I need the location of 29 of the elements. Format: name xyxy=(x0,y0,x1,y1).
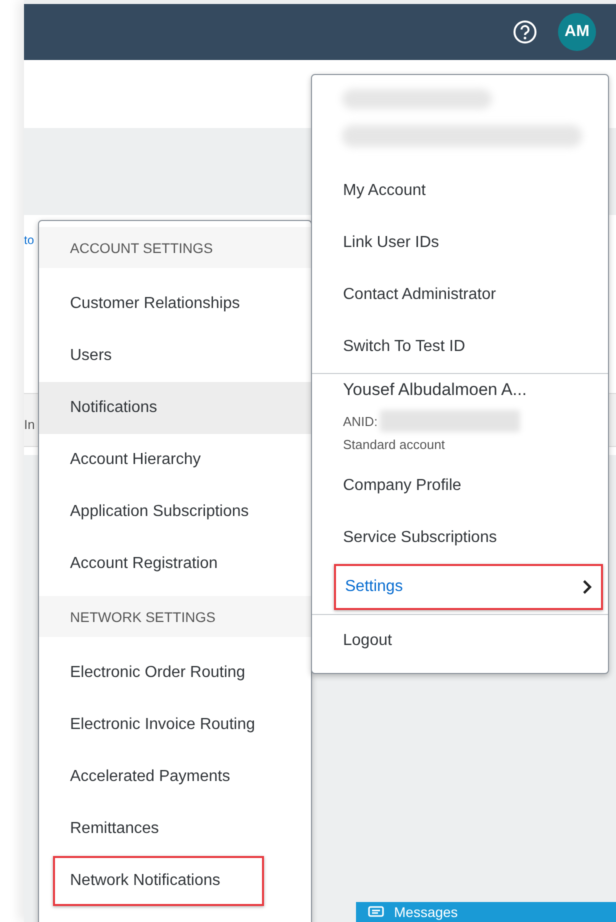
menu-item[interactable]: Link User IDs xyxy=(312,217,608,269)
menu-item[interactable]: Remittances xyxy=(39,803,311,855)
menu-item[interactable]: My Account xyxy=(312,165,608,217)
menu-item[interactable]: Company Profile xyxy=(312,460,608,512)
menu-item[interactable]: Switch To Test ID xyxy=(312,321,608,373)
menu-item[interactable]: Application Subscriptions xyxy=(39,486,311,538)
menu-item[interactable]: Accelerated Payments xyxy=(39,751,311,803)
menu-item[interactable]: Electronic Invoice Routing xyxy=(39,699,311,751)
menu-item[interactable]: Notifications xyxy=(39,382,311,434)
menu-item[interactable]: Service Subscriptions xyxy=(312,512,608,564)
section-heading: ACCOUNT SETTINGS xyxy=(39,227,311,268)
menu-item[interactable]: Contact Administrator xyxy=(312,269,608,321)
user-name: Yousef Albudalmoen A... xyxy=(343,380,528,401)
link-text[interactable]: to xyxy=(24,233,34,247)
submenu-item[interactable]: Settings xyxy=(334,564,603,610)
anid-label: ANID: xyxy=(343,414,378,428)
menu-item[interactable]: Users xyxy=(39,330,311,382)
chevron-right-icon[interactable] xyxy=(581,579,593,595)
column-header: In xyxy=(24,417,35,432)
menu-item[interactable]: Logout xyxy=(312,615,608,667)
account-type: Standard account xyxy=(343,436,446,454)
help-icon[interactable] xyxy=(512,19,538,45)
menu-item[interactable]: Account Registration xyxy=(39,538,311,590)
menu-item[interactable]: Account Hierarchy xyxy=(39,434,311,486)
message-icon xyxy=(368,906,384,918)
avatar[interactable]: AM xyxy=(558,13,596,51)
menu-item[interactable]: Customer Relationships xyxy=(39,278,311,330)
section-heading: NETWORK SETTINGS xyxy=(39,596,311,637)
menu-item[interactable]: Electronic Order Routing xyxy=(39,647,311,699)
